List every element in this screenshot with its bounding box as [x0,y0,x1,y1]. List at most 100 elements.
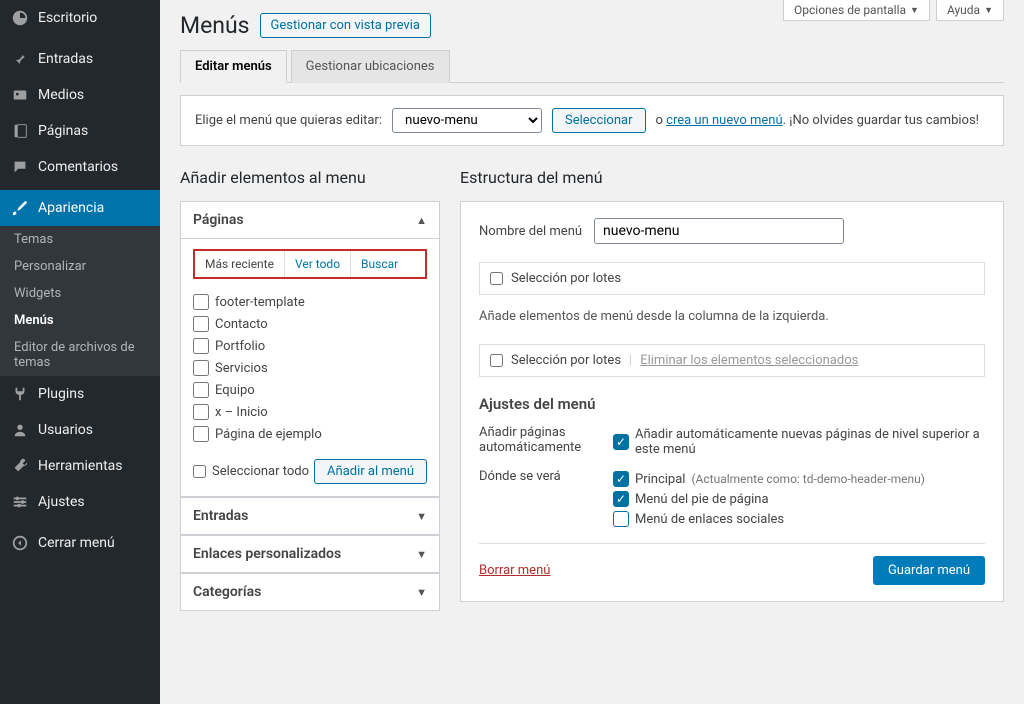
appearance-submenu: Temas Personalizar Widgets Menús Editor … [0,226,160,376]
bulk-select-label: Selección por lotes [511,353,621,368]
tab-search[interactable]: Buscar [351,251,408,277]
postbox-categories-toggle[interactable]: Categorías ▼ [181,574,439,610]
sidebar-label: Herramientas [38,458,123,474]
page-checkbox[interactable] [193,338,209,354]
bulk-select-checkbox[interactable] [490,354,503,367]
help-tab[interactable]: Ayuda ▼ [936,0,1004,21]
sidebar-item-pages[interactable]: Páginas [0,113,160,149]
page-checkbox[interactable] [193,404,209,420]
sidebar-item-plugins[interactable]: Plugins [0,376,160,412]
page-title-text: Menús [180,12,250,39]
pages-filter-tabs: Más reciente Ver todo Buscar [193,249,427,279]
page-checkbox[interactable] [193,316,209,332]
page-item-label: Página de ejemplo [215,427,322,442]
sidebar-item-users[interactable]: Usuarios [0,412,160,448]
select-menu-button[interactable]: Seleccionar [552,108,646,133]
menu-select-bar: Elige el menú que quieras editar: nuevo-… [180,95,1004,146]
tab-view-all[interactable]: Ver todo [285,251,351,277]
tab-most-recent[interactable]: Más reciente [195,251,285,277]
select-all-label: Seleccionar todo [212,464,309,479]
remove-selected-link[interactable]: Eliminar los elementos seleccionados [640,353,858,368]
location-footer-checkbox[interactable]: ✓ [613,491,629,507]
sidebar-item-posts[interactable]: Entradas [0,41,160,77]
sidebar-label: Ajustes [38,494,85,510]
menu-settings-heading: Ajustes del menú [479,395,985,413]
or-text: o [656,113,663,128]
delete-menu-link[interactable]: Borrar menú [479,563,550,578]
bulk-select-box-top: Selección por lotes [479,262,985,295]
chevron-down-icon: ▼ [416,510,427,523]
page-checkbox[interactable] [193,426,209,442]
postbox-posts-toggle[interactable]: Entradas ▼ [181,498,439,534]
postbox-pages-title: Páginas [193,212,244,228]
location-main-label: Principal [635,472,685,487]
page-checkbox[interactable] [193,382,209,398]
sidebar-item-comments[interactable]: Comentarios [0,149,160,185]
page-item-label: footer-template [215,295,305,310]
add-to-menu-button[interactable]: Añadir al menú [314,459,427,484]
sidebar-item-collapse[interactable]: Cerrar menú [0,525,160,561]
add-items-heading: Añadir elementos al menu [180,168,440,187]
bulk-select-box-bottom: Selección por lotes | Eliminar los eleme… [479,344,985,377]
brush-icon [10,198,30,218]
page-checkbox[interactable] [193,360,209,376]
media-icon [10,85,30,105]
submenu-themes[interactable]: Temas [0,226,160,253]
submenu-customize[interactable]: Personalizar [0,253,160,280]
postbox-pages-toggle[interactable]: Páginas ▲ [181,202,439,239]
select-menu-label: Elige el menú que quieras editar: [195,113,382,128]
page-item-label: x – Inicio [215,405,268,420]
chevron-down-icon: ▼ [416,548,427,561]
page-item-label: Servicios [215,361,268,376]
sidebar-item-dashboard[interactable]: Escritorio [0,0,160,36]
chevron-down-icon: ▼ [984,5,993,16]
page-icon [10,121,30,141]
bulk-select-checkbox[interactable] [490,272,503,285]
postbox-posts-title: Entradas [193,508,248,524]
postbox-custom-links-toggle[interactable]: Enlaces personalizados ▼ [181,536,439,572]
sidebar-item-settings[interactable]: Ajustes [0,484,160,520]
collapse-icon [10,533,30,553]
main-content: Opciones de pantalla ▼ Ayuda ▼ Menús Ges… [160,0,1024,704]
dashboard-icon [10,8,30,28]
sidebar-item-media[interactable]: Medios [0,77,160,113]
submenu-widgets[interactable]: Widgets [0,280,160,307]
page-item-label: Portfolio [215,339,265,354]
create-menu-link[interactable]: crea un nuevo menú [666,113,783,128]
preview-manage-button[interactable]: Gestionar con vista previa [260,13,431,38]
menu-select[interactable]: nuevo-menu [392,108,542,133]
wrench-icon [10,456,30,476]
postbox-categories-title: Categorías [193,584,261,600]
sidebar-label: Entradas [38,51,93,67]
postbox-custom-links-title: Enlaces personalizados [193,546,341,562]
chevron-up-icon: ▲ [416,214,427,227]
tab-manage-locations[interactable]: Gestionar ubicaciones [291,50,450,83]
admin-sidebar: Escritorio Entradas Medios Páginas Comen… [0,0,160,704]
location-main-checkbox[interactable]: ✓ [613,471,629,487]
submenu-theme-editor[interactable]: Editor de archivos de temas [0,334,160,376]
menu-name-input[interactable] [594,218,844,244]
save-menu-button[interactable]: Guardar menú [873,556,985,585]
location-social-checkbox[interactable] [613,511,629,527]
screen-options-tab[interactable]: Opciones de pantalla ▼ [783,0,930,21]
select-all-checkbox[interactable] [193,465,206,478]
menu-structure-panel: Nombre del menú Selección por lotes Añad… [460,201,1004,602]
auto-add-checkbox[interactable]: ✓ [613,434,629,450]
page-checkbox[interactable] [193,294,209,310]
tab-edit-menus[interactable]: Editar menús [180,50,287,83]
sliders-icon [10,492,30,512]
pin-icon [10,49,30,69]
add-items-instruction: Añade elementos de menú desde la columna… [479,309,985,324]
sidebar-label: Escritorio [38,10,97,26]
submenu-menus[interactable]: Menús [0,307,160,334]
sidebar-item-appearance[interactable]: Apariencia [0,190,160,226]
user-icon [10,420,30,440]
sidebar-label: Usuarios [38,422,93,438]
sidebar-item-tools[interactable]: Herramientas [0,448,160,484]
sidebar-label: Cerrar menú [38,535,115,551]
location-main-note: (Actualmente como: td-demo-header-menu) [691,472,925,486]
postbox-custom-links: Enlaces personalizados ▼ [180,535,440,573]
location-social-label: Menú de enlaces sociales [635,512,784,527]
chevron-down-icon: ▼ [416,586,427,599]
chevron-down-icon: ▼ [910,5,919,16]
